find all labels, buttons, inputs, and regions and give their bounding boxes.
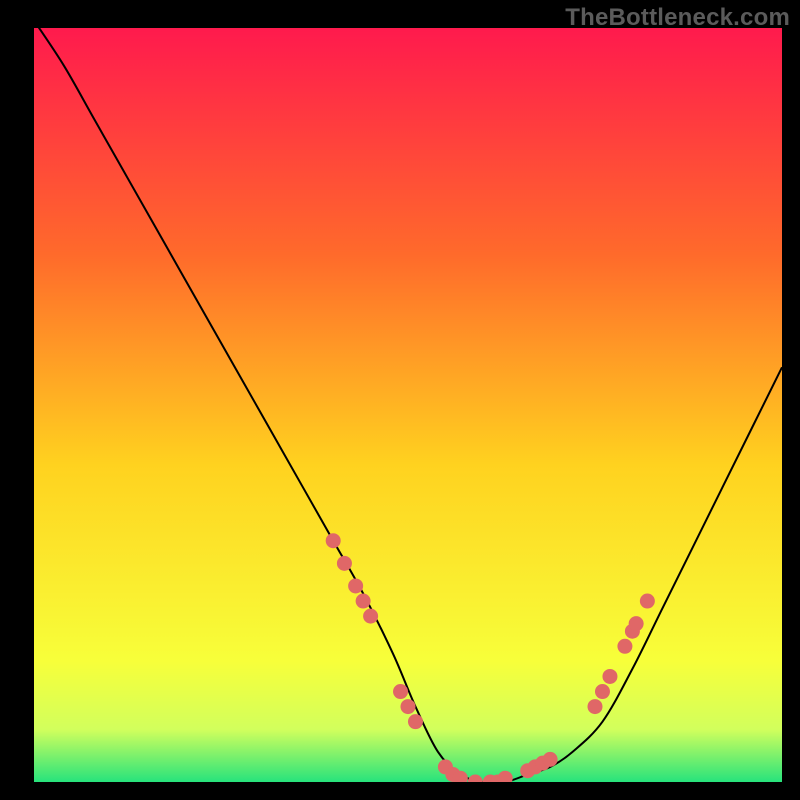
- watermark-text: TheBottleneck.com: [565, 4, 790, 32]
- curve-marker: [602, 669, 617, 684]
- chart-svg: [0, 0, 800, 800]
- curve-marker: [640, 594, 655, 609]
- chart-stage: TheBottleneck.com: [0, 0, 800, 800]
- curve-marker: [393, 684, 408, 699]
- curve-marker: [326, 533, 341, 548]
- curve-marker: [337, 556, 352, 571]
- curve-marker: [356, 594, 371, 609]
- curve-marker: [498, 771, 513, 786]
- curve-marker: [595, 684, 610, 699]
- curve-marker: [588, 699, 603, 714]
- curve-marker: [408, 714, 423, 729]
- curve-marker: [468, 775, 483, 790]
- curve-marker: [629, 616, 644, 631]
- curve-marker: [401, 699, 416, 714]
- curve-marker: [453, 771, 468, 786]
- curve-marker: [363, 609, 378, 624]
- curve-marker: [543, 752, 558, 767]
- plot-background: [34, 28, 782, 782]
- curve-marker: [348, 578, 363, 593]
- curve-marker: [617, 639, 632, 654]
